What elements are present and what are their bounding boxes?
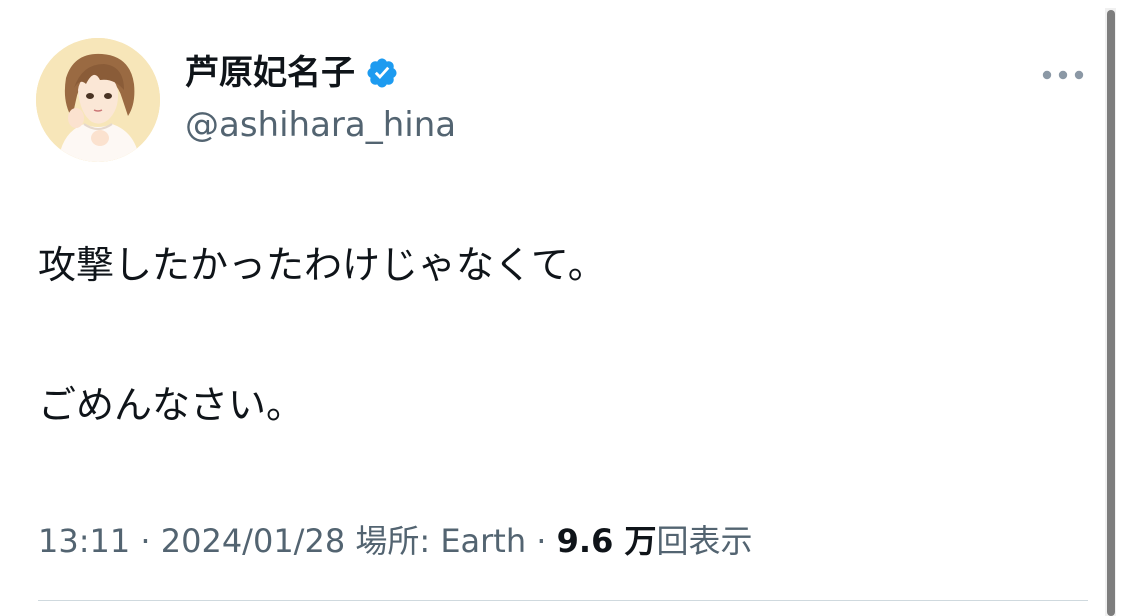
tweet-metadata: 13:11 · 2024/01/28 場所: Earth · 9.6 万回表示	[38, 516, 753, 566]
tweet-text-line: 攻撃したかったわけじゃなくて。	[38, 243, 606, 287]
location-label: 場所:	[355, 522, 441, 560]
tweet-location: Earth	[440, 522, 527, 560]
author-handle[interactable]: @ashihara_hina	[185, 102, 456, 148]
verified-badge-icon	[367, 58, 397, 88]
author-name-row[interactable]: 芦原妃名子	[185, 50, 399, 96]
tweet-date[interactable]: 2024/01/28	[161, 522, 345, 560]
avatar[interactable]	[36, 38, 160, 162]
scrollbar-thumb[interactable]	[1107, 10, 1115, 616]
author-display-name[interactable]: 芦原妃名子	[185, 50, 355, 96]
more-options-button[interactable]	[1036, 58, 1090, 92]
views-label[interactable]: 回表示	[656, 522, 752, 560]
tweet-time[interactable]: 13:11	[38, 522, 130, 560]
more-horizontal-icon	[1042, 70, 1084, 80]
tweet-text: 攻撃したかったわけじゃなくて。 ごめんなさい。	[38, 236, 1078, 434]
tweet-text-line: ごめんなさい。	[38, 383, 305, 427]
meta-separator: ·	[130, 522, 161, 560]
illustrated-portrait-avatar-icon	[36, 38, 160, 162]
tweet-card: 芦原妃名子 @ashihara_hina 攻撃したかったわけじゃなくて。 ごめん…	[0, 0, 1105, 616]
views-count[interactable]: 9.6 万	[557, 522, 657, 560]
meta-separator: ·	[526, 522, 557, 560]
divider	[38, 600, 1088, 601]
